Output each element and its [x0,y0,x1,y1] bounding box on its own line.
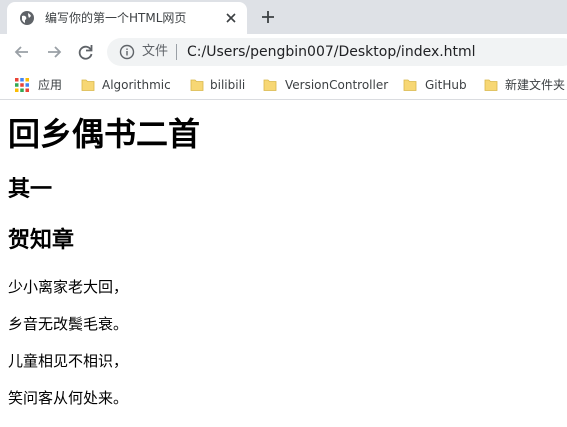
apps-grid-icon [15,78,29,92]
address-bar[interactable]: 文件 C:/Users/pengbin007/Desktop/index.htm… [107,38,567,66]
bookmark-label: bilibili [210,78,246,92]
folder-icon [190,79,204,91]
new-tab-icon[interactable] [260,9,276,25]
poem-line: 笑问客从何处来。 [8,389,129,407]
folder-icon [403,79,417,91]
url-text[interactable]: C:/Users/pengbin007/Desktop/index.html [187,43,476,61]
bookmarks-bar: 应用 Algorithmic bilibili VersionControlle… [0,70,567,100]
tab-title: 编写你的第一个HTML网页 [45,11,187,25]
poem-line: 乡音无改鬓毛衰。 [8,315,129,333]
author-heading: 贺知章 [8,228,75,253]
folder-icon [81,79,95,91]
omnibox-divider [176,44,177,60]
page-title: 回乡偶书二首 [8,115,201,153]
bookmark-label: Algorithmic [102,78,171,92]
poem-line: 少小离家老大回， [8,278,129,296]
file-scheme-label: 文件 [142,44,169,59]
bookmark-label: 应用 [38,78,63,92]
tab-strip: 编写你的第一个HTML网页 [0,0,567,34]
browser-toolbar: 文件 C:/Users/pengbin007/Desktop/index.htm… [0,34,567,70]
folder-icon [484,79,498,91]
bookmark-label: GitHub [425,78,467,92]
bookmark-label: 新建文件夹 [505,78,566,92]
globe-icon [20,11,34,25]
info-icon[interactable] [119,44,135,60]
close-tab-icon[interactable] [223,10,239,26]
browser-tab[interactable]: 编写你的第一个HTML网页 [7,2,247,34]
forward-arrow-icon[interactable] [44,42,64,62]
reload-icon[interactable] [76,42,96,62]
back-arrow-icon[interactable] [12,42,32,62]
folder-icon [263,79,277,91]
bookmark-label: VersionController [285,78,389,92]
poem-line: 儿童相见不相识， [8,352,129,370]
section-heading: 其一 [8,177,53,202]
